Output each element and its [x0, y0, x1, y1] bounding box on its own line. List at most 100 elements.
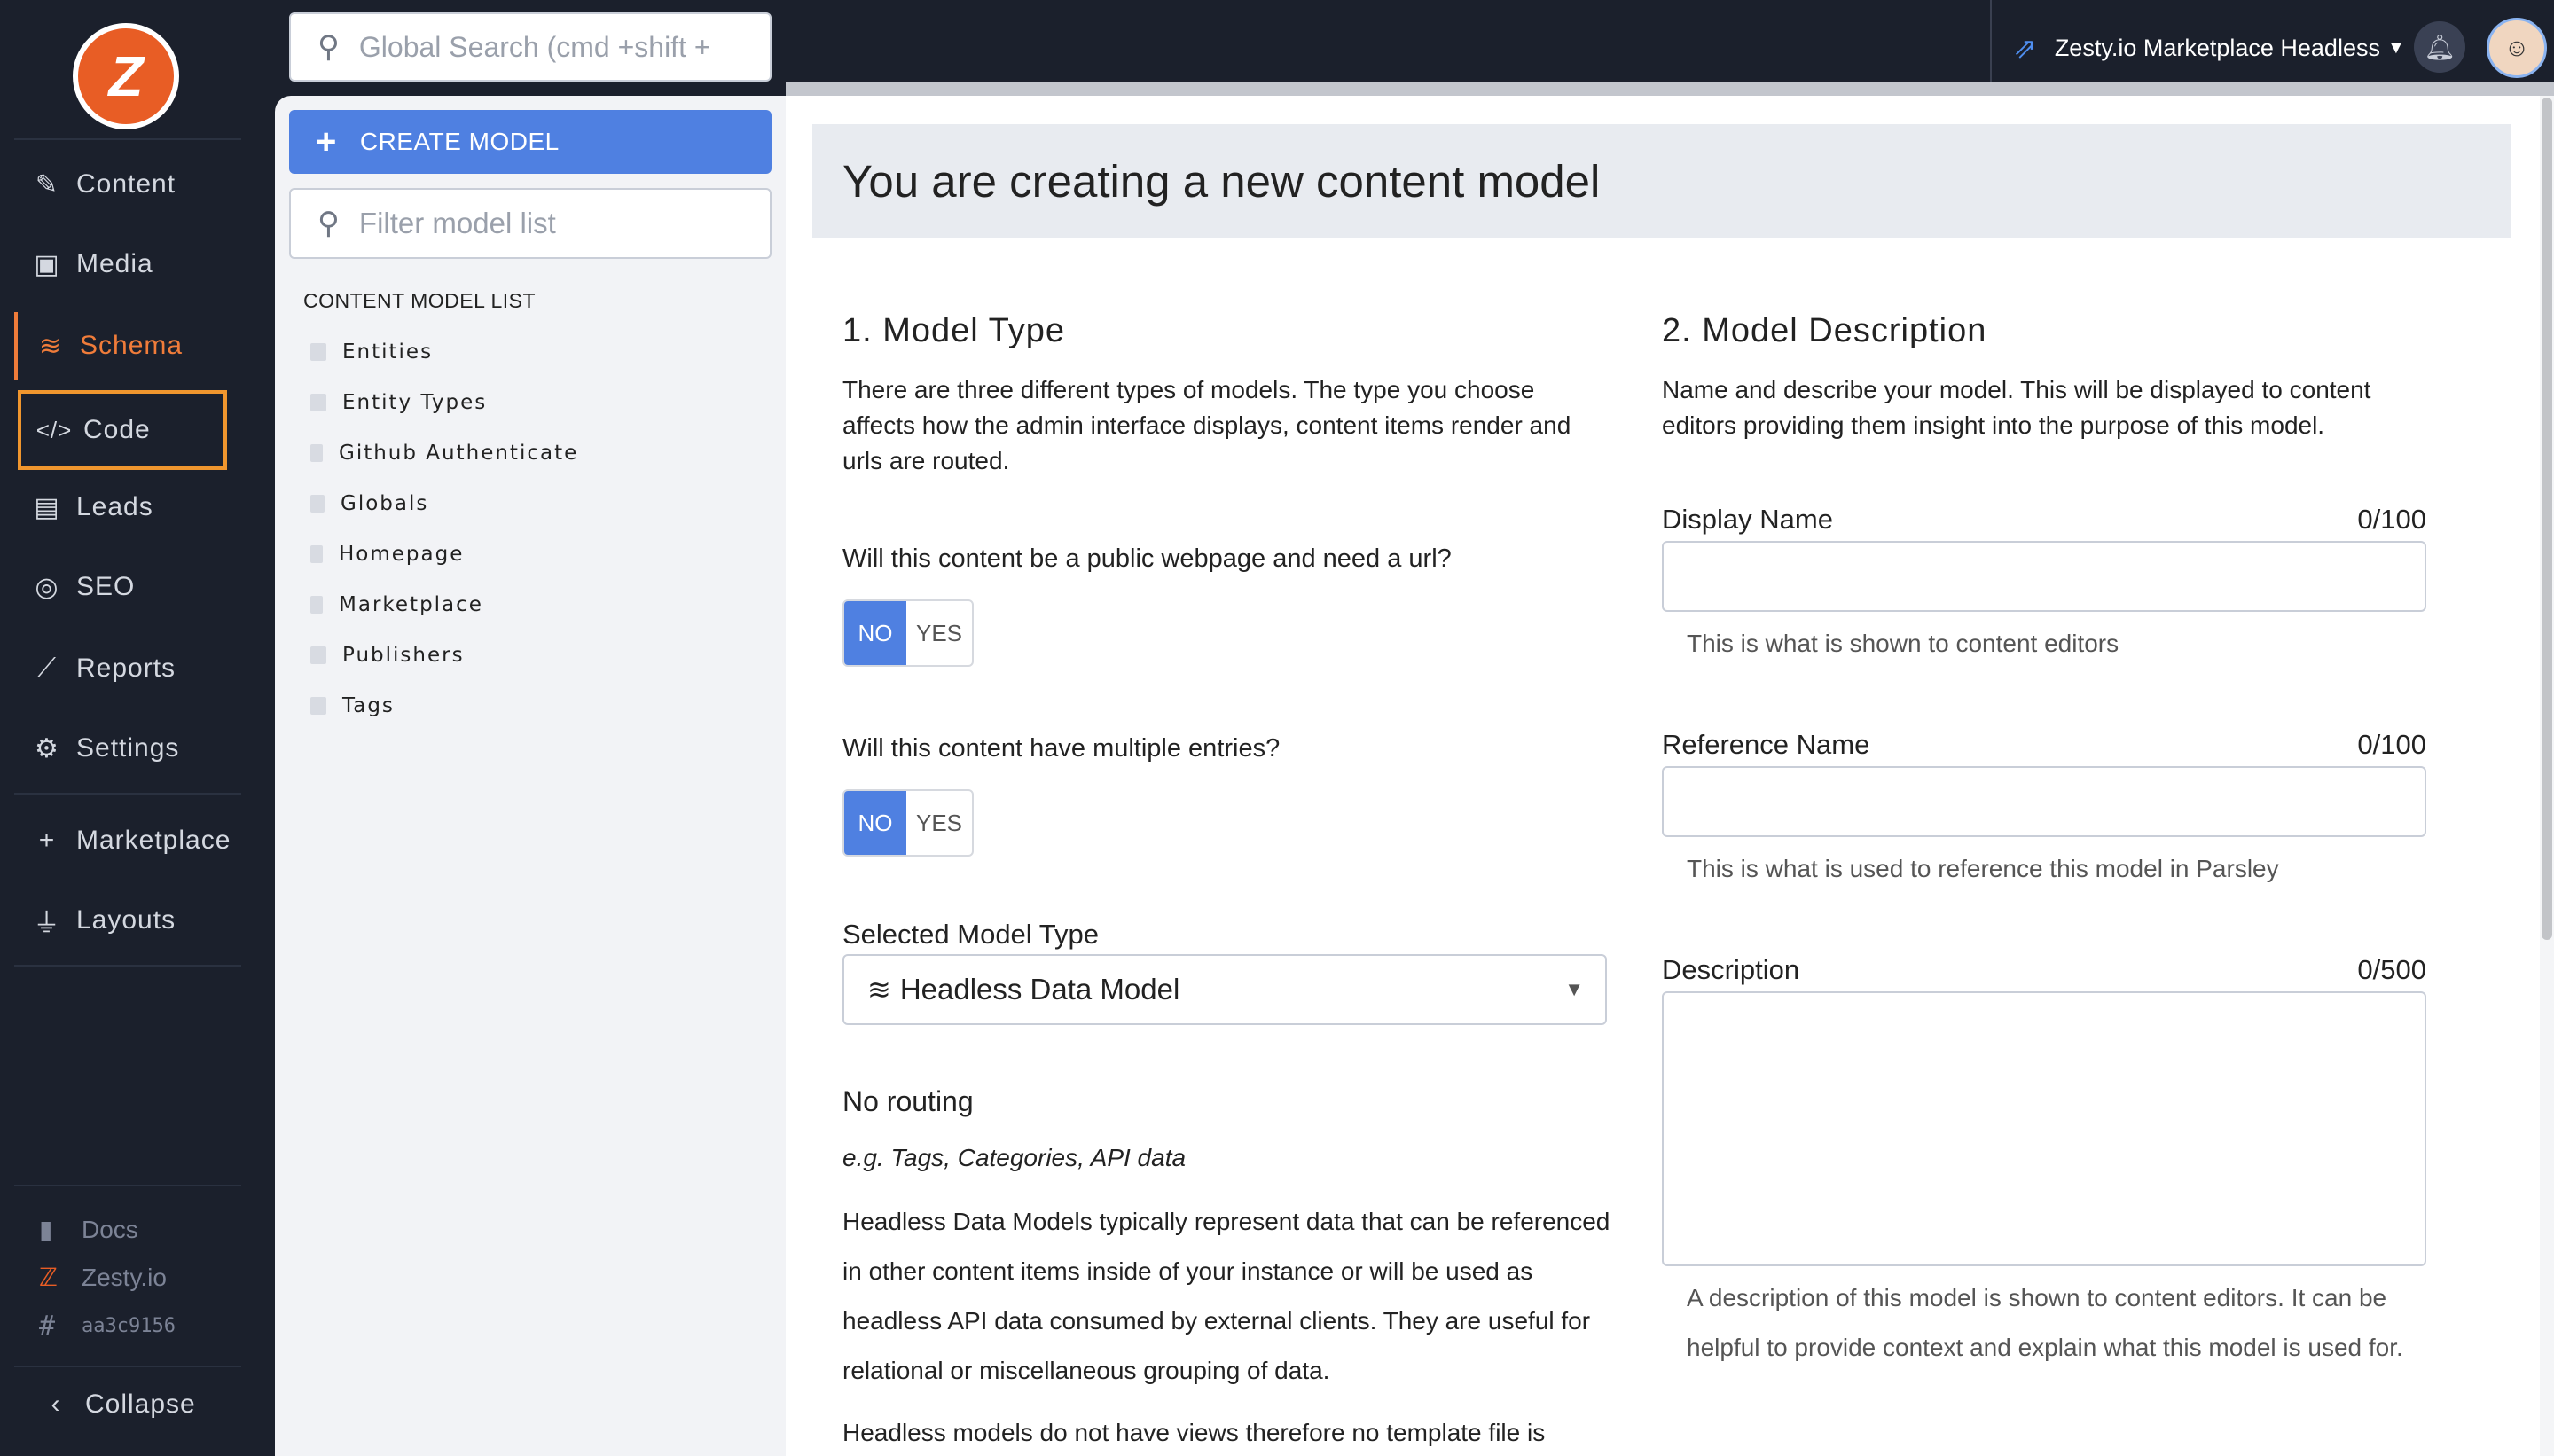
- public-url-toggle[interactable]: NO YES: [842, 599, 974, 667]
- page-title: You are creating a new content model: [812, 124, 2511, 238]
- sidebar-item-leads[interactable]: ▤ Leads: [14, 474, 236, 541]
- sidebar-item-label: Layouts: [76, 905, 176, 935]
- chart-line-icon: ⟋: [37, 654, 57, 683]
- toggle-no[interactable]: NO: [844, 791, 906, 855]
- global-search-input[interactable]: ⚲ Global Search (cmd +shift +: [289, 12, 772, 82]
- sidebar: Z ✎ Content ▣ Media ≋ Schema </> Code ▤ …: [0, 0, 275, 1456]
- header-strip: [786, 82, 2554, 96]
- model-list-item[interactable]: Entity Types: [310, 391, 487, 414]
- sidebar-item-layouts[interactable]: ⏚ Layouts: [14, 887, 236, 954]
- sidebar-item-marketplace[interactable]: + Marketplace: [14, 807, 236, 874]
- model-type-title: 1. Model Type: [842, 312, 1066, 349]
- docs-label: Docs: [82, 1215, 138, 1243]
- model-name: Github Authenticate: [339, 442, 579, 465]
- collapse-label: Collapse: [85, 1389, 196, 1419]
- content-model-list-title: CONTENT MODEL LIST: [303, 289, 537, 312]
- user-avatar[interactable]: ☺: [2487, 18, 2547, 78]
- reference-name-hint: This is what is used to reference this m…: [1687, 855, 2279, 882]
- sidebar-item-content[interactable]: ✎ Content: [14, 151, 236, 218]
- reference-name-label: Reference Name: [1662, 729, 1870, 760]
- target-icon: ◎: [35, 572, 59, 602]
- question-public-url: Will this content be a public webpage an…: [842, 544, 1452, 573]
- divider: [14, 965, 241, 967]
- zesty-label: Zesty.io: [82, 1263, 167, 1291]
- model-name: Publishers: [342, 644, 465, 667]
- model-list-item[interactable]: Marketplace: [310, 593, 483, 616]
- multiple-entries-toggle[interactable]: NO YES: [842, 789, 974, 857]
- create-model-label: CREATE MODEL: [359, 128, 560, 155]
- model-type-select[interactable]: ≋ Headless Data Model ▼: [842, 954, 1607, 1025]
- model-list-item[interactable]: Globals: [310, 492, 428, 515]
- hash-label: aa3c9156: [82, 1315, 176, 1337]
- model-list-item[interactable]: Publishers: [310, 644, 465, 667]
- routing-description: Headless Data Models typically represent…: [842, 1208, 1610, 1384]
- zesty-link[interactable]: ℤ Zesty.io: [39, 1263, 167, 1292]
- search-placeholder: Global Search (cmd +shift +: [358, 30, 711, 63]
- model-description-title: 2. Model Description: [1662, 312, 1987, 349]
- model-name: Globals: [341, 492, 429, 515]
- caret-down-icon: ▼: [1564, 978, 1584, 1000]
- toggle-no[interactable]: NO: [844, 601, 906, 665]
- external-link-icon[interactable]: ⇗: [2013, 31, 2037, 65]
- file-icon: [310, 596, 323, 614]
- image-icon: ▣: [34, 249, 60, 279]
- sidebar-item-label: Marketplace: [76, 826, 231, 855]
- model-list-item[interactable]: Github Authenticate: [310, 442, 578, 465]
- model-list-item[interactable]: Homepage: [310, 543, 464, 566]
- zesty-icon: ℤ: [39, 1264, 58, 1291]
- code-icon: </>: [35, 416, 73, 443]
- model-name: Homepage: [339, 543, 465, 566]
- model-type-value: Headless Data Model: [899, 973, 1180, 1006]
- model-type-description: There are three different types of model…: [842, 376, 1571, 474]
- filter-model-input[interactable]: ⚲ Filter model list: [289, 188, 772, 259]
- chevron-left-icon: ‹: [51, 1389, 61, 1419]
- sidebar-item-label: Leads: [76, 492, 153, 521]
- hash-icon: #: [39, 1311, 56, 1342]
- question-multiple-entries: Will this content have multiple entries?: [842, 734, 1281, 763]
- routing-example: e.g. Tags, Categories, API data: [842, 1144, 1187, 1171]
- file-icon: [310, 444, 323, 462]
- divider: [14, 793, 241, 795]
- sidebar-item-settings[interactable]: ⚙ Settings: [14, 715, 236, 782]
- sidebar-item-schema[interactable]: ≋ Schema: [14, 312, 236, 380]
- search-icon: ⚲: [317, 30, 340, 64]
- reference-name-field[interactable]: [1662, 766, 2426, 837]
- display-name-field[interactable]: [1662, 541, 2426, 612]
- edit-icon: ✎: [35, 169, 59, 200]
- model-name: Entity Types: [342, 391, 488, 414]
- model-list-item[interactable]: Tags: [310, 694, 395, 717]
- sidebar-item-reports[interactable]: ⟋ Reports: [14, 635, 236, 702]
- book-icon: ▮: [39, 1216, 53, 1243]
- sidebar-item-code[interactable]: </> Code: [18, 390, 227, 470]
- model-description-text: Name and describe your model. This will …: [1662, 376, 2371, 439]
- table-icon: [310, 343, 326, 361]
- gear-icon: ⚙: [35, 733, 59, 763]
- notification-bell-icon[interactable]: 🔔︎: [2414, 21, 2465, 73]
- scrollbar-thumb[interactable]: [2542, 98, 2552, 940]
- create-model-button[interactable]: + CREATE MODEL: [289, 110, 772, 174]
- toggle-yes[interactable]: YES: [906, 791, 972, 855]
- plug-icon: ⏚: [33, 909, 61, 938]
- search-icon: ⚲: [317, 207, 340, 240]
- divider: [14, 138, 241, 140]
- table-icon: [310, 697, 326, 715]
- model-name: Entities: [342, 341, 434, 364]
- toggle-yes[interactable]: YES: [906, 601, 972, 665]
- zesty-logo[interactable]: Z: [73, 23, 179, 129]
- id-card-icon: ▤: [34, 492, 60, 522]
- sidebar-item-seo[interactable]: ◎ SEO: [14, 553, 236, 621]
- sidebar-item-media[interactable]: ▣ Media: [14, 231, 236, 298]
- sidebar-item-label: SEO: [76, 572, 136, 601]
- database-icon: ≋: [867, 974, 891, 1006]
- hash-item: # aa3c9156: [39, 1311, 176, 1342]
- description-hint: A description of this model is shown to …: [1687, 1284, 2403, 1361]
- display-name-hint: This is what is shown to content editors: [1687, 630, 2119, 657]
- divider: [14, 1366, 241, 1367]
- description-textarea[interactable]: [1662, 991, 2426, 1266]
- collapse-button[interactable]: ‹ Collapse: [23, 1371, 245, 1438]
- docs-link[interactable]: ▮ Docs: [39, 1215, 138, 1244]
- model-list-item[interactable]: Entities: [310, 341, 433, 364]
- reference-name-count: 0/100: [2357, 729, 2426, 760]
- sidebar-item-label: Code: [83, 415, 151, 444]
- description-label: Description: [1662, 954, 1800, 985]
